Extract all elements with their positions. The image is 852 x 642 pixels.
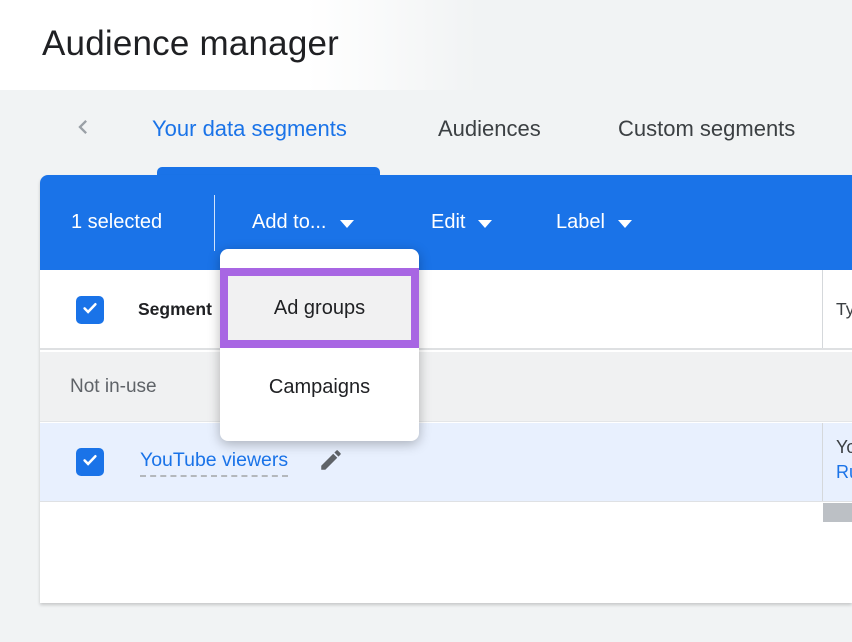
label-menu-label: Label [556,211,605,234]
label-menu-button[interactable]: Label [556,175,632,270]
chevron-left-icon [69,113,97,146]
chevron-down-icon [478,220,492,228]
group-row-label: Not in-use [70,376,157,398]
row-checkbox[interactable] [76,448,104,476]
segments-table-card: 1 selected Add to... Edit Label Segment … [40,175,852,603]
tab-strip: Your data segments Audiences Custom segm… [0,90,852,175]
type-column-header-cell: Ty [822,270,852,348]
type-cell-line1: Yo [836,435,852,460]
checkmark-icon [80,450,100,475]
add-to-menu-label: Add to... [252,211,327,234]
chevron-down-icon [618,220,632,228]
selection-count: 1 selected [71,175,162,270]
column-header-type: Ty [823,299,852,320]
tab-custom-segments[interactable]: Custom segments [618,116,795,142]
tab-your-data-segments[interactable]: Your data segments [152,116,347,142]
edit-segment-button[interactable] [316,447,346,477]
chevron-down-icon [340,220,354,228]
checkmark-icon [80,298,100,323]
edit-menu-label: Edit [431,211,465,234]
select-all-checkbox[interactable] [76,296,104,324]
table-header-row: Segment Ty [40,270,852,350]
table-row[interactable]: YouTube viewers Yo Ru [40,423,852,502]
title-band: Audience manager [0,0,852,90]
type-cell: Yo Ru [822,423,852,501]
group-row-not-in-use: Not in-use [40,352,852,422]
back-button[interactable] [66,112,100,146]
pencil-icon [318,447,344,478]
edit-menu-button[interactable]: Edit [431,175,492,270]
dropdown-item-ad-groups[interactable]: Ad groups [220,268,419,348]
dropdown-item-label: Ad groups [274,297,365,320]
add-to-dropdown-menu: Ad groups Campaigns [220,249,419,441]
tab-audiences[interactable]: Audiences [438,116,541,142]
dropdown-item-label: Campaigns [269,376,370,399]
segment-name-link[interactable]: YouTube viewers [140,449,288,477]
bulk-action-bar: 1 selected Add to... Edit Label [40,175,852,270]
action-bar-divider [214,195,215,251]
column-header-segment: Segment [138,270,212,348]
scrollbar-thumb[interactable] [823,503,852,522]
type-cell-line2: Ru [836,460,852,485]
dropdown-item-campaigns[interactable]: Campaigns [220,355,419,419]
page-title: Audience manager [42,24,339,64]
